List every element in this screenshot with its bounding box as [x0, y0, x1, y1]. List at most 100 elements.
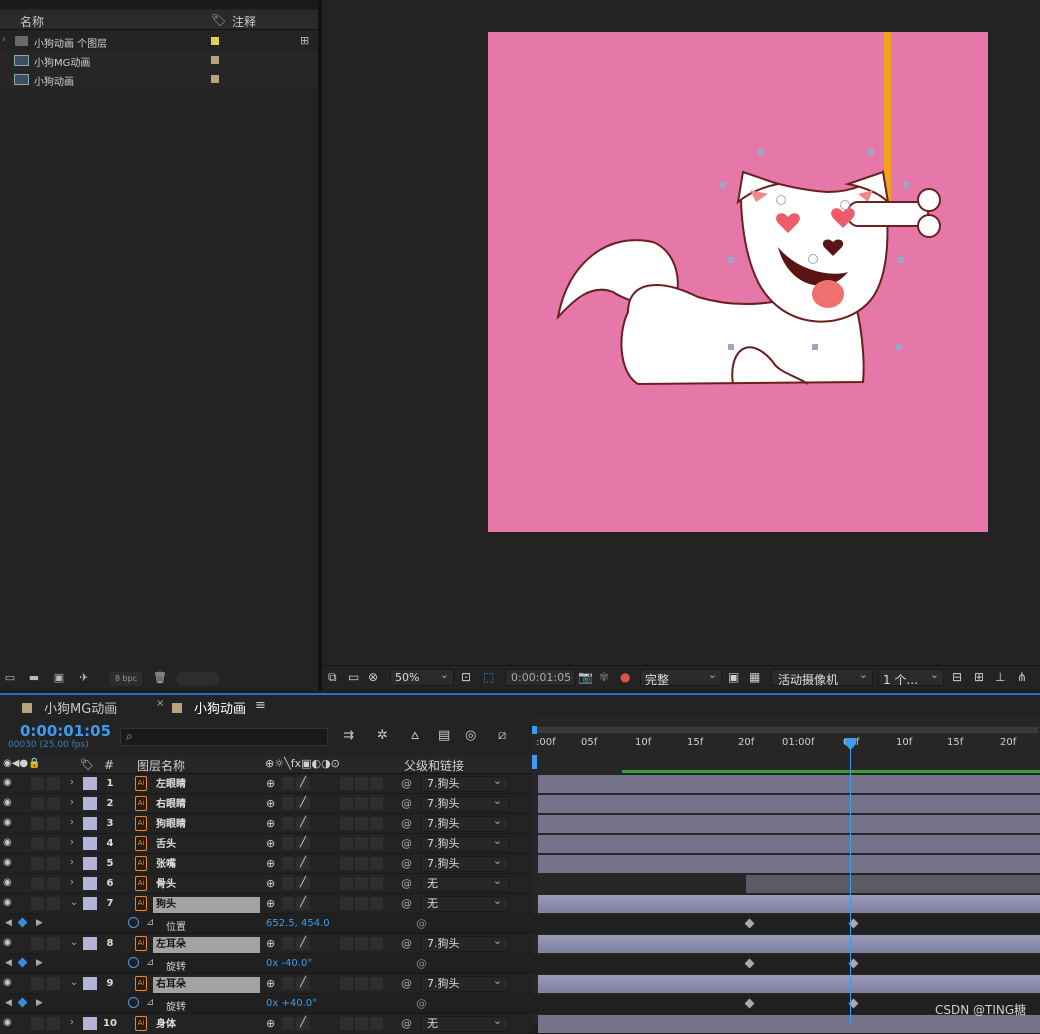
collapse-switch[interactable]: [282, 877, 294, 890]
layer-row[interactable]: ◉ ⌄ 8 Ai 左耳朵 ⊕ ╱ @7.狗头: [0, 934, 532, 954]
lock-toggle[interactable]: [47, 897, 60, 910]
bit-depth-button[interactable]: 8 bpc: [110, 672, 142, 686]
expand-chevron-icon[interactable]: ⌄: [70, 977, 78, 988]
thumbnail-slider[interactable]: [176, 672, 220, 685]
eye-icon[interactable]: ◉: [3, 1018, 15, 1028]
motion-blur-switch[interactable]: [355, 977, 368, 990]
quality-switch-icon[interactable]: ╱: [296, 877, 310, 890]
color-channel-icon[interactable]: ●: [620, 670, 630, 684]
camera-dropdown[interactable]: 活动摄像机 ⌄: [771, 668, 873, 687]
resolution-dropdown[interactable]: 完整 ⌄: [640, 668, 722, 687]
layer-row[interactable]: ◉ › 3 Ai 狗眼睛 ⊕ ╱ @7.狗头: [0, 814, 532, 834]
views-dropdown[interactable]: 1 个... ⌄: [878, 668, 944, 687]
label-color-swatch[interactable]: [211, 56, 219, 64]
lock-toggle[interactable]: [47, 977, 60, 990]
region-of-interest-icon[interactable]: ▣: [728, 670, 739, 684]
motion-blur-switch[interactable]: [355, 857, 368, 870]
time-ruler[interactable]: :00f05f10f15f20f01:00f05f10f15f20f: [532, 735, 1040, 755]
solo-toggle[interactable]: [31, 1017, 44, 1030]
composition-canvas[interactable]: [488, 32, 988, 532]
new-composition-icon[interactable]: ▣: [52, 672, 66, 684]
anchor-point-icon[interactable]: [776, 195, 786, 205]
collapse-switch[interactable]: [282, 797, 294, 810]
add-keyframe-icon[interactable]: [17, 957, 28, 968]
label-color-swatch[interactable]: [83, 937, 97, 950]
shy-switch-icon[interactable]: ⊕: [266, 897, 275, 910]
effects-switch[interactable]: [340, 797, 353, 810]
label-color-swatch[interactable]: [83, 777, 97, 790]
3d-layer-switch[interactable]: [370, 857, 383, 870]
interpret-footage-icon[interactable]: ▭: [3, 672, 17, 684]
quality-switch-icon[interactable]: ╱: [296, 977, 310, 990]
shy-switch-icon[interactable]: ⊕: [266, 797, 275, 810]
layer-row[interactable]: ◉ ⌄ 7 Ai 狗头 ⊕ ╱ @ 无: [0, 894, 532, 914]
always-preview-icon[interactable]: ⧉: [328, 670, 337, 685]
parent-pickwhip-icon[interactable]: @: [401, 977, 412, 990]
expand-chevron-icon[interactable]: ›: [2, 35, 6, 45]
parent-pickwhip-icon[interactable]: @: [401, 817, 412, 830]
solo-toggle[interactable]: [31, 837, 44, 850]
property-row[interactable]: ◀ ▶ ⊿ 旋转 0x -40.0° @: [0, 954, 532, 974]
shy-switch-icon[interactable]: ⊕: [266, 817, 275, 830]
parent-pickwhip-icon[interactable]: @: [401, 897, 412, 910]
property-value[interactable]: 0x -40.0°: [266, 958, 312, 969]
layer-name-column[interactable]: 图层名称: [137, 757, 185, 774]
reset-exposure-icon[interactable]: ⊟: [952, 670, 962, 684]
effects-switch[interactable]: [340, 977, 353, 990]
parent-dropdown[interactable]: 7.狗头: [421, 774, 509, 792]
transform-handle[interactable]: [812, 344, 818, 350]
eye-icon[interactable]: ◉: [3, 938, 15, 948]
3d-layer-switch[interactable]: [370, 937, 383, 950]
graph-icon[interactable]: ⊿: [146, 997, 154, 1008]
motion-blur-switch[interactable]: [355, 817, 368, 830]
eye-icon[interactable]: ◉: [3, 818, 15, 828]
quality-switch-icon[interactable]: ╱: [296, 777, 310, 790]
motion-blur-switch[interactable]: [355, 797, 368, 810]
graph-editor-icon[interactable]: ⧄: [498, 728, 506, 743]
work-area-start-handle[interactable]: [532, 726, 537, 734]
layer-duration-bar[interactable]: [746, 875, 1040, 893]
transform-handle[interactable]: [720, 182, 726, 188]
add-keyframe-icon[interactable]: [17, 997, 28, 1008]
render-queue-icon[interactable]: ✈: [77, 672, 91, 684]
timeline-timecode[interactable]: 0:00:01:05: [20, 722, 111, 740]
3d-layer-switch[interactable]: [370, 877, 383, 890]
composition-mini-flowchart-icon[interactable]: ⇉: [343, 728, 354, 743]
quality-switch-icon[interactable]: ╱: [296, 837, 310, 850]
expand-chevron-icon[interactable]: ⌄: [70, 897, 78, 908]
layer-name[interactable]: 左耳朵: [153, 937, 260, 953]
collapse-switch[interactable]: [282, 1017, 294, 1030]
prev-keyframe-icon[interactable]: ◀: [5, 998, 12, 1008]
collapse-switch[interactable]: [282, 977, 294, 990]
collapse-switch[interactable]: [282, 897, 294, 910]
effects-switch[interactable]: [340, 877, 353, 890]
snapshot-icon[interactable]: 📷: [578, 670, 593, 684]
parent-pickwhip-icon[interactable]: @: [401, 797, 412, 810]
effects-switch[interactable]: [340, 1017, 353, 1030]
property-value[interactable]: 652.5, 454.0: [266, 918, 330, 929]
work-area-range[interactable]: [534, 727, 1038, 733]
quality-switch-icon[interactable]: ╱: [296, 1017, 310, 1030]
motion-blur-icon[interactable]: ◎: [465, 728, 476, 743]
graph-icon[interactable]: ⊿: [146, 917, 154, 928]
fit-region-icon[interactable]: ⊡: [461, 670, 471, 684]
layer-duration-bar[interactable]: [538, 935, 1040, 953]
lock-toggle[interactable]: [47, 857, 60, 870]
label-color-swatch[interactable]: [83, 1017, 97, 1030]
timeline-icon[interactable]: ⊥: [995, 670, 1005, 684]
property-row[interactable]: ◀ ▶ ⊿ 位置 652.5, 454.0 @: [0, 914, 532, 934]
solo-toggle[interactable]: [31, 977, 44, 990]
label-color-swatch[interactable]: [83, 817, 97, 830]
3d-layer-switch[interactable]: [370, 777, 383, 790]
transform-handle[interactable]: [896, 344, 902, 350]
property-value[interactable]: 0x +40.0°: [266, 998, 317, 1009]
parent-pickwhip-icon[interactable]: @: [401, 837, 412, 850]
anchor-point-icon[interactable]: [808, 254, 818, 264]
solo-toggle[interactable]: [31, 877, 44, 890]
parent-pickwhip-icon[interactable]: @: [401, 857, 412, 870]
label-color-swatch[interactable]: [83, 897, 97, 910]
expand-chevron-icon[interactable]: ›: [70, 837, 74, 848]
stopwatch-icon[interactable]: [128, 917, 139, 928]
parent-dropdown[interactable]: 无: [421, 894, 509, 912]
av-features-icon[interactable]: ◉◀●🔒: [3, 758, 41, 769]
